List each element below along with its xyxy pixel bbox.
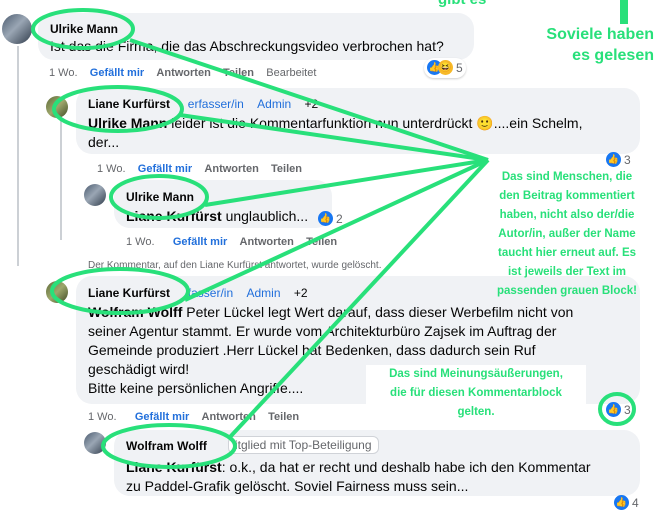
annotation-opinions: Das sind Meinungsäußerungen, die für dies… — [366, 365, 586, 422]
annotation-opinion-line: gelten. — [457, 406, 495, 418]
annotation-readers-line: Soviele haben — [546, 26, 654, 43]
avatar[interactable] — [46, 281, 68, 303]
comment-author[interactable]: Wolfram Wolff — [126, 439, 207, 453]
comment-text: Gemeinde produziert .Herr Lückel hat Bed… — [88, 342, 536, 358]
annotation-top-cut: gibt es — [438, 0, 486, 8]
share-button[interactable]: Teilen — [223, 67, 254, 79]
mention[interactable]: Liane Kurfürst — [126, 208, 222, 224]
comment-actions: 1 Wo. Gefällt mir Antworten Teilen — [97, 163, 302, 175]
comment-text: zu Paddel-Grafik gelöscht. Soviel Fairne… — [126, 478, 469, 494]
like-icon: 👍 — [606, 402, 621, 418]
annotation-opinion-line: die für diesen Kommentarblock — [390, 387, 562, 399]
comment-author[interactable]: Ulrike Mann — [50, 22, 118, 36]
comment-time[interactable]: 1 Wo. — [126, 236, 155, 248]
deleted-notice: Der Kommentar, auf den Liane Kurfürst an… — [88, 260, 382, 271]
annotation-people-line: ist jeweils der Text im — [507, 266, 627, 278]
like-icon: 👍 — [614, 495, 629, 511]
comment-text: der... — [88, 134, 120, 150]
thread-line — [17, 46, 19, 266]
comment-author[interactable]: Liane Kurfürst — [88, 97, 170, 111]
reactions[interactable]: 👍 2 — [318, 210, 343, 228]
mention[interactable]: Liane Kurfürst — [126, 459, 222, 475]
admin-badge: Admin — [257, 97, 292, 111]
comment-text: Wolfram Wolff Peter Lückel legt Wert dar… — [88, 303, 573, 322]
text: ....ein Schelm, — [493, 115, 583, 131]
admin-badge: Admin — [246, 286, 281, 300]
like-button[interactable]: Gefällt mir — [138, 163, 192, 175]
reaction-count: 2 — [336, 211, 343, 226]
annotation-people-line: haben, nicht also der/die — [499, 209, 635, 221]
like-icon: 👍 — [318, 211, 333, 227]
reply-button[interactable]: Antworten — [156, 67, 210, 79]
annotation-people-line: Das sind Menschen, die — [501, 171, 633, 183]
reply-button[interactable]: Antworten — [202, 411, 256, 423]
reaction-count: 4 — [632, 495, 639, 510]
author-role: fasser/in — [187, 286, 234, 300]
comment-actions: 1 Wo. Gefällt mir Antworten Teilen Bearb… — [49, 67, 316, 79]
comment-text: Ist das die Firma, die das Abschreckungs… — [50, 38, 444, 54]
avatar[interactable] — [2, 14, 32, 44]
annotation-people-line: passenden grauen Block! — [497, 285, 637, 297]
comment-header: Liane Kurfürst erfasser/in Admin +2 — [88, 95, 318, 113]
author-role: erfasser/in — [187, 97, 244, 111]
reaction-count: 3 — [624, 402, 631, 417]
annotation-readers: Soviele haben es gelesen — [528, 24, 654, 66]
like-button[interactable]: Gefällt mir — [135, 411, 189, 423]
comment-author[interactable]: Liane Kurfürst — [88, 286, 170, 300]
avatar[interactable] — [84, 432, 106, 454]
reaction-count: 3 — [624, 152, 631, 167]
reaction-count: 5 — [456, 60, 463, 75]
haha-icon: 😆 — [438, 60, 453, 76]
share-button[interactable]: Teilen — [306, 236, 337, 248]
extra-badges[interactable]: +2 — [305, 97, 319, 111]
comment-text: seiner Agentur stammt. Er wurde vom Arch… — [88, 323, 557, 339]
reactions[interactable]: 👍😆 5 — [424, 58, 466, 78]
share-button[interactable]: Teilen — [271, 163, 302, 175]
emoji: 🙂 — [476, 115, 494, 131]
comment-time[interactable]: 1 Wo. — [49, 67, 78, 79]
comment-text: Bitte keine persönlichen Angriffe.... — [88, 380, 304, 396]
reactions[interactable]: 👍 3 — [606, 401, 631, 419]
comment-actions: 1 Wo. Gefällt mir Antworten Teilen — [126, 236, 337, 248]
avatar[interactable] — [46, 96, 68, 118]
comment-time[interactable]: 1 Wo. — [88, 411, 117, 423]
like-button[interactable]: Gefällt mir — [90, 67, 144, 79]
comment-text: Liane Kurfürst unglaublich... — [126, 207, 308, 226]
reply-button[interactable]: Antworten — [204, 163, 258, 175]
annotation-marker — [620, 0, 628, 24]
like-icon: 👍 — [606, 152, 621, 168]
text: leider ist die Kommentarfunktion nun unt… — [171, 115, 473, 131]
share-button[interactable]: Teilen — [268, 411, 299, 423]
comment-text: geschädigt wird! — [88, 361, 190, 377]
extra-badges[interactable]: +2 — [294, 286, 308, 300]
reply-button[interactable]: Antworten — [240, 236, 294, 248]
reactions[interactable]: 👍 3 — [606, 151, 631, 169]
comment-author[interactable]: Ulrike Mann — [126, 190, 194, 204]
text: Peter Lückel legt Wert darauf, dass dies… — [186, 304, 574, 320]
annotation-people-line: Autor/in, außer der Name — [498, 228, 636, 240]
text: : o.k., da hat er recht und deshalb habe… — [221, 459, 591, 475]
annotation-people-line: taucht hier erneut auf. Es — [497, 247, 637, 259]
annotation-people: Das sind Menschen, die den Beitrag kommen… — [478, 168, 656, 301]
comment-header: Liane Kurfürst fasser/in Admin +2 — [88, 284, 308, 302]
comment-time[interactable]: 1 Wo. — [97, 163, 126, 175]
like-button[interactable]: Gefällt mir — [173, 236, 227, 248]
text: unglaublich... — [225, 208, 309, 224]
edited-label: Bearbeitet — [266, 67, 317, 79]
mention[interactable]: Ulrike Mann — [88, 115, 167, 131]
avatar[interactable] — [84, 184, 106, 206]
thread-line — [60, 120, 62, 240]
annotation-readers-line: es gelesen — [572, 47, 654, 64]
annotation-opinion-line: Das sind Meinungsäußerungen, — [389, 368, 563, 380]
annotation-people-line: den Beitrag kommentiert — [499, 190, 635, 202]
member-badge: itglied mit Top-Beteiligung — [228, 436, 379, 454]
reactions[interactable]: 👍 4 — [614, 494, 639, 512]
comment-actions: 1 Wo. Gefällt mir Antworten Teilen — [88, 411, 299, 423]
comment-text: Ulrike Mann leider ist die Kommentarfunk… — [88, 114, 582, 133]
comment-text: Liane Kurfürst: o.k., da hat er recht un… — [126, 458, 591, 477]
mention[interactable]: Wolfram Wolff — [88, 304, 182, 320]
